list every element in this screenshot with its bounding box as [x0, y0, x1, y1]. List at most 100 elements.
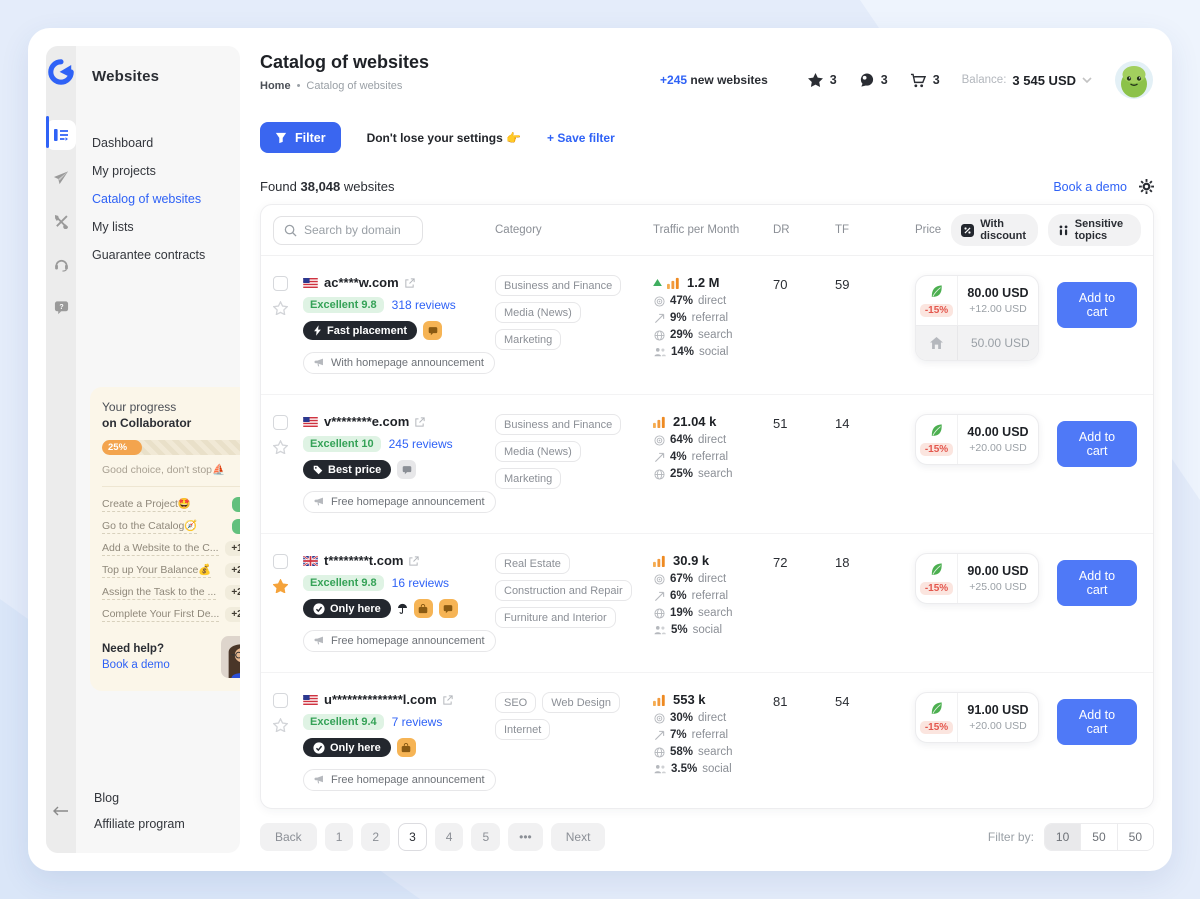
add-to-cart-button[interactable]: Add to cart — [1057, 421, 1137, 467]
book-demo-link[interactable]: Book a demo — [1053, 180, 1127, 194]
balance-dropdown[interactable]: Balance: 3 545 USD — [962, 73, 1092, 88]
traffic-search: 25%search — [654, 468, 773, 480]
row-checkbox[interactable] — [273, 693, 288, 708]
row-checkbox[interactable] — [273, 276, 288, 291]
external-link-icon[interactable] — [409, 556, 419, 566]
sidebar-item-my-lists[interactable]: My lists — [90, 213, 240, 241]
page-size-option-0[interactable]: 10 — [1045, 824, 1080, 850]
domain-link[interactable]: v********e.com — [324, 414, 409, 429]
sidebar-item-my-projects[interactable]: My projects — [90, 157, 240, 185]
external-link-icon[interactable] — [415, 417, 425, 427]
website-row: t********t.com Excellent 9.8 16 reviews … — [261, 534, 1153, 673]
balance-label: Balance: — [962, 74, 1007, 86]
traffic-social: 5%social — [654, 624, 773, 636]
flag-us-icon — [303, 417, 318, 427]
websites-table: Category Traffic per Month DR TF Price W… — [260, 204, 1154, 809]
rail-websites-icon[interactable] — [46, 120, 76, 150]
reviews-link[interactable]: 7 reviews — [392, 715, 443, 729]
task-label[interactable]: Complete Your First De... — [102, 608, 219, 622]
messages-counter[interactable]: 3 — [859, 73, 888, 88]
domain-link[interactable]: t********t.com — [324, 553, 403, 568]
basket-icon — [414, 599, 433, 618]
task-label[interactable]: Create a Project🤩 — [102, 497, 191, 512]
reviews-link[interactable]: 318 reviews — [392, 298, 456, 312]
manager-photo-avatar — [221, 636, 240, 678]
collaborator-logo-icon[interactable] — [47, 58, 75, 86]
pagination-page-4[interactable]: 4 — [435, 823, 464, 851]
search-icon — [284, 224, 297, 237]
pagination-next-button[interactable]: Next — [551, 823, 606, 851]
page-size-option-1[interactable]: 50 — [1080, 824, 1116, 850]
filter-button[interactable]: Filter — [260, 122, 341, 153]
progress-task: Add a Website to the C... +10% — [102, 541, 240, 556]
category-chip: Media (News) — [495, 441, 581, 462]
row-checkbox[interactable] — [273, 415, 288, 430]
sidebar-item-guarantee-contracts[interactable]: Guarantee contracts — [90, 241, 240, 269]
progress-title: Your progress — [102, 400, 240, 414]
traffic-referral: 4%referral — [654, 451, 773, 463]
add-to-cart-button[interactable]: Add to cart — [1057, 282, 1137, 328]
page-size-option-2[interactable]: 50 — [1117, 824, 1153, 850]
sidebar-item-catalog[interactable]: Catalog of websites — [90, 185, 240, 213]
settings-hint: Don't lose your settings 👉 — [367, 131, 521, 145]
search-input[interactable] — [304, 223, 409, 237]
pagination-page-3[interactable]: 3 — [398, 823, 427, 851]
breadcrumb-home[interactable]: Home — [260, 80, 291, 92]
rail-tools-icon[interactable] — [46, 206, 76, 236]
task-label[interactable]: Assign the Task to the ... — [102, 586, 216, 600]
pagination-page-2[interactable]: 2 — [361, 823, 390, 851]
rail-help-icon[interactable]: ? — [46, 292, 76, 322]
pagination-page-5[interactable]: 5 — [471, 823, 500, 851]
rail-outreach-icon[interactable] — [46, 163, 76, 193]
add-to-cart-button[interactable]: Add to cart — [1057, 699, 1137, 745]
domain-link[interactable]: ac****w.com — [324, 275, 399, 290]
favorites-counter[interactable]: 3 — [808, 73, 837, 87]
task-label[interactable]: Go to the Catalog🧭 — [102, 519, 197, 534]
sidebar-item-affiliate-program[interactable]: Affiliate program — [92, 817, 240, 831]
megaphone-icon — [314, 497, 325, 507]
book-demo-sidebar-link[interactable]: Book a demo — [102, 659, 170, 671]
progress-bar: 25% — [102, 440, 240, 455]
sidebar-item-blog[interactable]: Blog — [92, 791, 240, 805]
reviews-link[interactable]: 16 reviews — [392, 576, 449, 590]
cart-counter[interactable]: 3 — [910, 73, 940, 88]
price-extra: +12.00 USD — [969, 303, 1027, 315]
sidebar-nav: Dashboard My projects Catalog of website… — [90, 129, 240, 269]
domain-link[interactable]: u**************l.com — [324, 692, 437, 707]
home-icon — [916, 326, 958, 360]
category-chip: Construction and Repair — [495, 580, 632, 601]
category-chip: Real Estate — [495, 553, 570, 574]
discount-leaf-icon — [929, 701, 944, 716]
reviews-link[interactable]: 245 reviews — [389, 437, 453, 451]
traffic-direct: 67%direct — [654, 573, 773, 585]
task-reward-badge: +25% — [225, 585, 240, 600]
category-chip: Marketing — [495, 329, 561, 350]
external-link-icon[interactable] — [443, 695, 453, 705]
progress-task: Complete Your First De... +20% — [102, 607, 240, 622]
task-label[interactable]: Top up Your Balance💰 — [102, 563, 211, 578]
collapse-sidebar-arrow-icon[interactable] — [46, 796, 76, 826]
save-filter-link[interactable]: + Save filter — [547, 131, 615, 145]
task-done-check: ✓ — [232, 519, 240, 534]
pagination-ellipsis[interactable]: ••• — [508, 823, 543, 851]
filter-by-label: Filter by: — [988, 830, 1034, 844]
favorite-star-icon[interactable] — [273, 301, 288, 315]
breadcrumb-separator: • — [297, 80, 301, 92]
sidebar-item-dashboard[interactable]: Dashboard — [90, 129, 240, 157]
user-avatar[interactable] — [1114, 60, 1154, 100]
traffic-value: 30.9 k — [673, 553, 709, 568]
with-discount-chip[interactable]: With discount — [951, 214, 1038, 246]
favorite-star-icon[interactable] — [273, 718, 288, 732]
row-checkbox[interactable] — [273, 554, 288, 569]
external-link-icon[interactable] — [405, 278, 415, 288]
favorite-star-icon[interactable] — [273, 440, 288, 454]
gear-icon[interactable] — [1139, 179, 1154, 194]
pagination-back-button[interactable]: Back — [260, 823, 317, 851]
rail-support-headset-icon[interactable] — [46, 249, 76, 279]
pagination-page-1[interactable]: 1 — [325, 823, 354, 851]
favorite-star-icon[interactable] — [273, 579, 288, 593]
task-label[interactable]: Add a Website to the C... — [102, 542, 219, 556]
sensitive-topics-chip[interactable]: Sensitive topics — [1048, 214, 1141, 246]
add-to-cart-button[interactable]: Add to cart — [1057, 560, 1137, 606]
traffic-direct: 30%direct — [654, 712, 773, 724]
